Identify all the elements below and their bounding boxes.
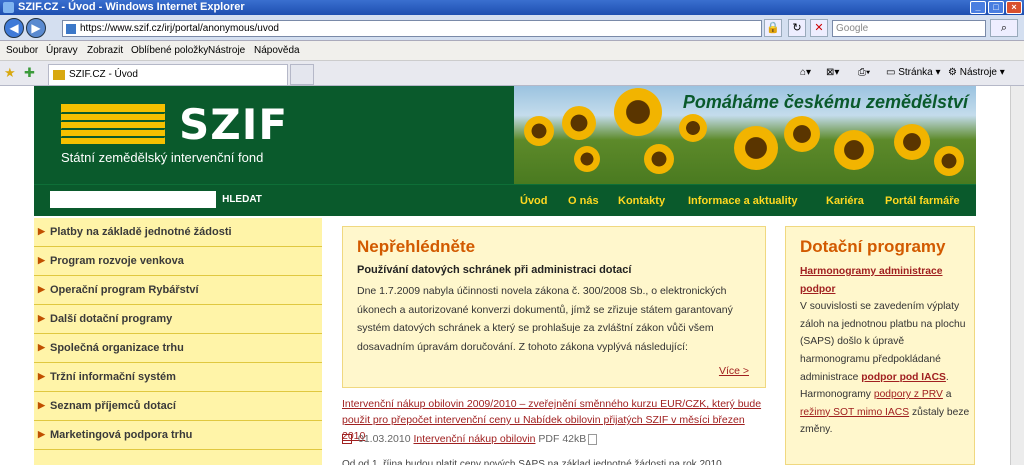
forward-button[interactable]: ▶ [26, 18, 46, 38]
nav-o-nas[interactable]: O nás [568, 195, 599, 207]
sidebar-item-seznam-prijemcu[interactable]: ▶ Seznam příjemců dotací [34, 392, 322, 421]
site-banner: SZIF Státní zemědělský intervenční fond … [34, 86, 976, 216]
sidebar-item-trzni-system[interactable]: ▶ Tržní informační systém [34, 363, 322, 392]
page-icon [66, 24, 76, 34]
close-button[interactable]: × [1006, 1, 1022, 14]
menu-file[interactable]: Soubor [6, 45, 38, 56]
nav-portal-farmare[interactable]: Portál farmáře [885, 195, 960, 207]
search-button[interactable]: HLEDAT [216, 191, 268, 208]
calendar-icon [342, 434, 352, 445]
more-link[interactable]: Více > [719, 365, 749, 377]
print-icon[interactable]: ⎙▾ [858, 67, 870, 78]
notice-heading: Nepřehlédněte [357, 237, 476, 256]
programs-box: Dotační programy Harmonogramy administra… [785, 226, 975, 465]
news-file-info: PDF 42kB [538, 433, 587, 445]
sot-link[interactable]: režimy SOT mimo IACS [800, 407, 909, 418]
tab-row: ★ ✚ SZIF.CZ - Úvod ⌂▾ ⊠▾ ⎙▾ ▭ Stránka ▾ … [0, 61, 1024, 86]
notice-subheading: Používání datových schránek při administ… [357, 264, 632, 276]
main-nav: HLEDAT Úvod O nás Kontakty Informace a a… [34, 184, 976, 216]
nav-kontakty[interactable]: Kontakty [618, 195, 665, 207]
logo-text: SZIF [179, 100, 289, 149]
chevron-right-icon: ▶ [38, 255, 45, 265]
sidebar-item-rybarstvi[interactable]: ▶ Operační program Rybářství [34, 276, 322, 305]
site-search-input[interactable] [50, 191, 216, 208]
add-favorite-icon[interactable]: ✚ [24, 65, 35, 81]
tools-menu[interactable]: ⚙ Nástroje ▾ [948, 67, 1005, 78]
page-menu[interactable]: ▭ Stránka ▾ [886, 67, 941, 78]
programs-text-3: a [945, 389, 952, 401]
nav-kariera[interactable]: Kariéra [826, 195, 864, 207]
notice-box: Nepřehlédněte Používání datových schráne… [342, 226, 766, 388]
chevron-right-icon: ▶ [38, 342, 45, 352]
new-tab-button[interactable] [290, 64, 314, 85]
sidebar-menu: ▶ Platby na základě jednotné žádosti ▶ Pro… [34, 218, 322, 465]
web-page: SZIF Státní zemědělský intervenční fond … [0, 86, 1010, 465]
prv-link[interactable]: podpory z PRV [874, 389, 943, 400]
notice-body: Dne 1.7.2009 nabyla účinnosti novela zák… [357, 285, 733, 354]
menu-view[interactable]: Zobrazit [87, 45, 123, 56]
refresh-icon[interactable]: ↻ [788, 19, 806, 37]
news-meta: 01.03.2010 Intervenční nákup obilovin PD… [342, 433, 598, 445]
menu-favorites[interactable]: Oblíbené položky [131, 45, 208, 56]
address-url: https://www.szif.cz/irj/portal/anonymous… [80, 23, 279, 34]
iacs-link[interactable]: podpor pod IACS [861, 372, 946, 383]
chevron-right-icon: ▶ [38, 284, 45, 294]
pdf-icon [588, 433, 598, 445]
logo-subtitle: Státní zemědělský intervenční fond [61, 150, 264, 165]
home-icon[interactable]: ⌂▾ [800, 67, 811, 78]
sunflower-banner-image: Pomáháme českému zemědělství [514, 86, 976, 184]
window-title: SZIF.CZ - Úvod - Windows Internet Explor… [18, 1, 245, 13]
szif-logo-emblem [61, 104, 165, 144]
menu-tools[interactable]: Nástroje [208, 45, 245, 56]
news-file-link[interactable]: Intervenční nákup obilovin [413, 433, 535, 445]
nav-informace[interactable]: Informace a aktuality [688, 195, 797, 207]
ie-app-icon [3, 2, 14, 13]
chevron-right-icon: ▶ [38, 371, 45, 381]
chevron-right-icon: ▶ [38, 400, 45, 410]
stop-icon[interactable]: ✕ [810, 19, 828, 37]
menu-edit[interactable]: Úpravy [46, 45, 78, 56]
window-titlebar: SZIF.CZ - Úvod - Windows Internet Explor… [0, 0, 1024, 15]
nav-uvod[interactable]: Úvod [520, 195, 548, 207]
menu-bar: Soubor Úpravy Zobrazit Oblíbené položky … [0, 41, 1024, 61]
lock-icon[interactable]: 🔒 [764, 19, 782, 37]
programs-text-1: V souvislosti se zavedením výplaty záloh… [800, 301, 966, 383]
favorites-star-icon[interactable]: ★ [4, 65, 16, 81]
vertical-scrollbar[interactable] [1010, 86, 1024, 465]
sidebar-item-dalsi-programy[interactable]: ▶ Další dotační programy [34, 305, 322, 334]
tab-title: SZIF.CZ - Úvod [69, 69, 138, 80]
programs-text: Harmonogramy administrace podpor V souvi… [800, 263, 970, 439]
tab-favicon [53, 70, 65, 80]
feeds-icon[interactable]: ⊠▾ [826, 67, 839, 78]
programs-heading: Dotační programy [800, 237, 946, 256]
next-news-line[interactable]: Od od 1. října budou platit ceny nových … [342, 459, 766, 465]
minimize-button[interactable]: _ [970, 1, 986, 14]
search-box[interactable]: Google [832, 20, 986, 37]
maximize-button[interactable]: □ [988, 1, 1004, 14]
menu-help[interactable]: Nápověda [254, 45, 300, 56]
sidebar-item-marketing[interactable]: ▶ Marketingová podpora trhu [34, 421, 322, 450]
harmonogramy-link[interactable]: Harmonogramy administrace podpor [800, 266, 943, 295]
chevron-right-icon: ▶ [38, 313, 45, 323]
sidebar-item-organizace-trhu[interactable]: ▶ Společná organizace trhu [34, 334, 322, 363]
browser-tab[interactable]: SZIF.CZ - Úvod [48, 64, 288, 85]
address-toolbar: ◀ ▶ https://www.szif.cz/irj/portal/anony… [0, 15, 1024, 41]
sidebar-item-platby[interactable]: ▶ Platby na základě jednotné žádosti [34, 218, 322, 247]
search-go-icon[interactable]: ⌕ [990, 19, 1018, 37]
back-button[interactable]: ◀ [4, 18, 24, 38]
sidebar-item-program-rozvoje[interactable]: ▶ Program rozvoje venkova [34, 247, 322, 276]
site-slogan: Pomáháme českému zemědělství [682, 92, 968, 112]
chevron-right-icon: ▶ [38, 429, 45, 439]
address-bar[interactable]: https://www.szif.cz/irj/portal/anonymous… [62, 20, 762, 37]
chevron-right-icon: ▶ [38, 226, 45, 236]
news-date: 01.03.2010 [358, 433, 411, 445]
